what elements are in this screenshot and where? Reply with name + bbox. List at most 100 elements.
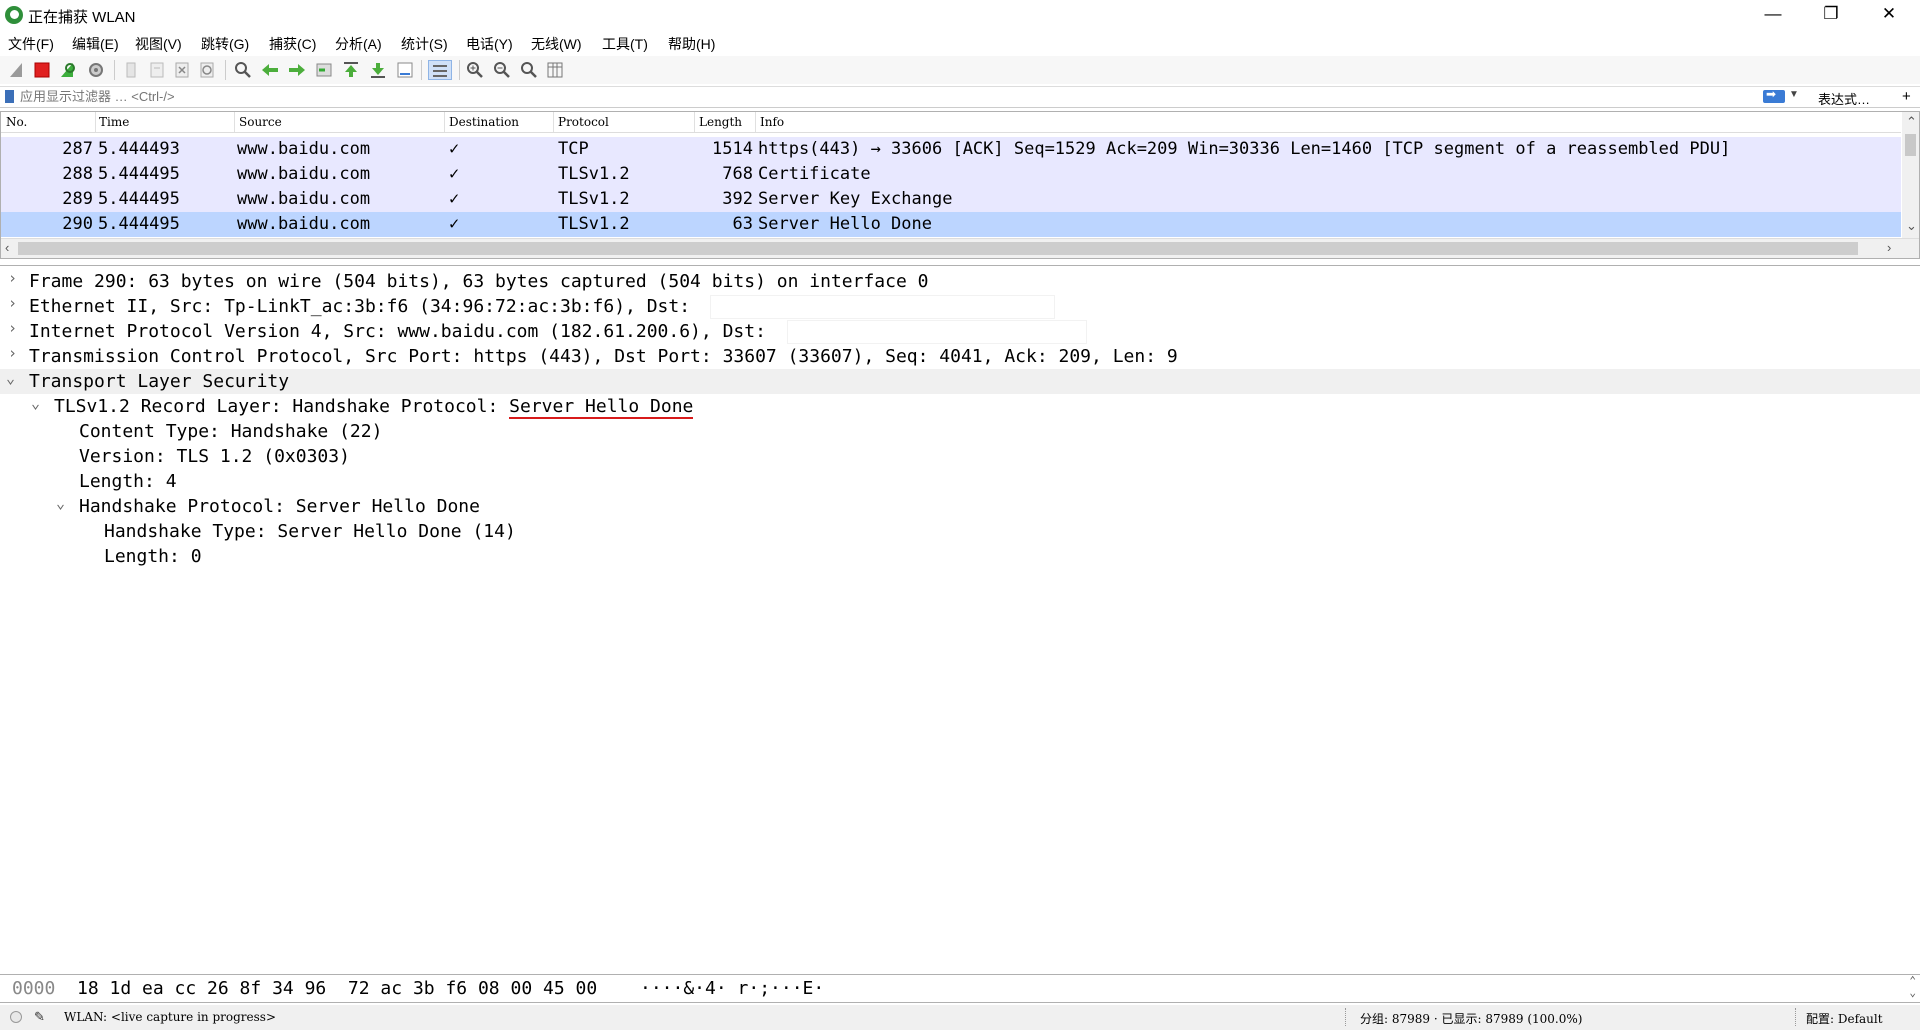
column-header-no[interactable]: No.	[6, 115, 27, 129]
tree-item-ipv4[interactable]: › Internet Protocol Version 4, Src: www.…	[0, 319, 1920, 344]
tree-item-tcp[interactable]: › Transmission Control Protocol, Src Por…	[0, 344, 1920, 369]
tree-item-length[interactable]: Length: 4	[0, 469, 1920, 494]
apply-filter-arrow-icon[interactable]	[1763, 87, 1785, 103]
packet-list-vertical-scrollbar[interactable]: ⌃ ⌄	[1902, 112, 1919, 239]
toolbar-separator	[114, 60, 115, 80]
save-file-icon[interactable]	[147, 60, 167, 80]
menu-help[interactable]: 帮助(H)	[668, 34, 715, 54]
packet-length: 1514	[712, 139, 753, 159]
bytes-offset: 0000	[12, 978, 56, 999]
close-file-icon[interactable]	[172, 60, 192, 80]
packet-list-horizontal-scrollbar[interactable]: ‹ ›	[1, 238, 1919, 258]
tree-item-label: Length: 0	[104, 546, 202, 567]
tree-item-record-layer[interactable]: ⌄ TLSv1.2 Record Layer: Handshake Protoc…	[0, 394, 1920, 419]
back-arrow-icon[interactable]	[260, 60, 280, 80]
tree-item-handshake-protocol[interactable]: ⌄ Handshake Protocol: Server Hello Done	[0, 494, 1920, 519]
expert-info-icon[interactable]	[10, 1011, 22, 1023]
column-divider[interactable]	[234, 112, 235, 132]
status-separator[interactable]	[1795, 1008, 1799, 1026]
menu-edit[interactable]: 编辑(E)	[72, 34, 119, 54]
scroll-down-icon[interactable]: ⌄	[1906, 218, 1917, 234]
packet-row[interactable]: 287 5.444493 www.baidu.com ✓ TCP 1514 ht…	[1, 137, 1901, 162]
restore-button[interactable]: ❐	[1802, 0, 1860, 30]
display-filter-input[interactable]	[20, 88, 1550, 105]
packet-source: www.baidu.com	[237, 164, 371, 184]
column-divider[interactable]	[553, 112, 554, 132]
column-header-destination[interactable]: Destination	[449, 115, 519, 129]
tree-item-content-type[interactable]: Content Type: Handshake (22)	[0, 419, 1920, 444]
packet-row[interactable]: 288 5.444495 www.baidu.com ✓ TLSv1.2 768…	[1, 162, 1901, 187]
autoscroll-icon[interactable]	[395, 60, 415, 80]
options-gear-icon[interactable]	[86, 60, 106, 80]
column-divider[interactable]	[694, 112, 695, 132]
menu-capture[interactable]: 捕获(C)	[269, 34, 316, 54]
menu-telephony[interactable]: 电话(Y)	[466, 34, 513, 54]
capture-comment-icon[interactable]: ✎	[34, 1009, 45, 1025]
menu-wireless[interactable]: 无线(W)	[531, 34, 582, 54]
collapse-chevron-icon[interactable]: ⌄	[6, 369, 15, 387]
bytes-hex[interactable]: 18 1d ea cc 26 8f 34 96 72 ac 3b f6 08 0…	[77, 978, 597, 999]
menu-analyze[interactable]: 分析(A)	[335, 34, 382, 54]
profile-indicator[interactable]: 配置: Default	[1806, 1010, 1883, 1027]
tree-item-frame[interactable]: › Frame 290: 63 bytes on wire (504 bits)…	[0, 269, 1920, 294]
colorize-icon[interactable]	[428, 60, 452, 80]
tree-item-version[interactable]: Version: TLS 1.2 (0x0303)	[0, 444, 1920, 469]
menu-file[interactable]: 文件(F)	[8, 34, 54, 54]
zoom-normal-icon[interactable]	[519, 60, 539, 80]
tree-item-handshake-type[interactable]: Handshake Type: Server Hello Done (14)	[0, 519, 1920, 544]
last-packet-icon[interactable]	[368, 60, 388, 80]
expression-button[interactable]: 表达式…	[1818, 89, 1870, 108]
expand-chevron-icon[interactable]: ›	[8, 269, 17, 287]
menu-go[interactable]: 跳转(G)	[201, 34, 249, 54]
find-icon[interactable]	[233, 60, 253, 80]
add-filter-button[interactable]: +	[1902, 88, 1911, 105]
tree-item-handshake-length[interactable]: Length: 0	[0, 544, 1920, 569]
forward-arrow-icon[interactable]	[287, 60, 307, 80]
zoom-out-icon[interactable]	[492, 60, 512, 80]
collapse-chevron-icon[interactable]: ⌄	[31, 394, 40, 412]
menu-tools[interactable]: 工具(T)	[602, 34, 648, 54]
packet-time: 5.444495	[98, 214, 180, 234]
packet-row[interactable]: 289 5.444495 www.baidu.com ✓ TLSv1.2 392…	[1, 187, 1901, 212]
column-divider[interactable]	[755, 112, 756, 132]
scroll-left-icon[interactable]: ‹	[5, 240, 9, 255]
reload-icon[interactable]	[197, 60, 217, 80]
column-header-length[interactable]: Length	[699, 115, 742, 129]
bookmark-icon[interactable]	[5, 90, 14, 103]
chevron-down-icon[interactable]: ▼	[1789, 89, 1799, 100]
expand-chevron-icon[interactable]: ›	[8, 344, 17, 362]
minimize-button[interactable]: —	[1744, 0, 1802, 30]
scrollbar-thumb[interactable]	[18, 242, 1858, 255]
bytes-scroll-arrows-icon[interactable]: ⌃ ⌄	[1909, 975, 1916, 999]
first-packet-icon[interactable]	[341, 60, 361, 80]
close-window-button[interactable]: ✕	[1860, 0, 1918, 30]
column-header-source[interactable]: Source	[239, 115, 282, 129]
bytes-ascii[interactable]: ····&·4· r·;···E·	[640, 978, 824, 999]
packet-row-selected[interactable]: 290 5.444495 www.baidu.com ✓ TLSv1.2 63 …	[1, 212, 1901, 237]
shark-fin-icon[interactable]	[7, 60, 27, 80]
restart-icon[interactable]	[58, 60, 78, 80]
open-file-icon[interactable]	[122, 60, 142, 80]
resize-columns-icon[interactable]	[545, 60, 565, 80]
column-divider[interactable]	[95, 112, 96, 132]
scroll-up-icon[interactable]: ⌃	[1906, 114, 1917, 130]
menu-view[interactable]: 视图(V)	[135, 34, 182, 54]
expand-chevron-icon[interactable]: ›	[8, 319, 17, 337]
tree-item-label: Internet Protocol Version 4, Src: www.ba…	[29, 321, 766, 342]
column-divider[interactable]	[444, 112, 445, 132]
column-header-info[interactable]: Info	[760, 115, 784, 129]
expand-chevron-icon[interactable]: ›	[8, 294, 17, 312]
menu-statistics[interactable]: 统计(S)	[401, 34, 448, 54]
scrollbar-thumb[interactable]	[1905, 134, 1916, 156]
status-separator[interactable]	[1345, 1008, 1349, 1026]
scroll-right-icon[interactable]: ›	[1887, 240, 1891, 255]
column-header-time[interactable]: Time	[99, 115, 129, 129]
goto-packet-icon[interactable]	[314, 60, 334, 80]
tree-item-ethernet[interactable]: › Ethernet II, Src: Tp-LinkT_ac:3b:f6 (3…	[0, 294, 1920, 319]
zoom-in-icon[interactable]	[465, 60, 485, 80]
tree-item-tls[interactable]: ⌄ Transport Layer Security	[0, 369, 1920, 394]
column-header-protocol[interactable]: Protocol	[558, 115, 609, 129]
stop-icon[interactable]	[32, 60, 52, 80]
collapse-chevron-icon[interactable]: ⌄	[56, 494, 65, 512]
title-bar: 正在捕获 WLAN — ❐ ✕	[0, 0, 1920, 30]
